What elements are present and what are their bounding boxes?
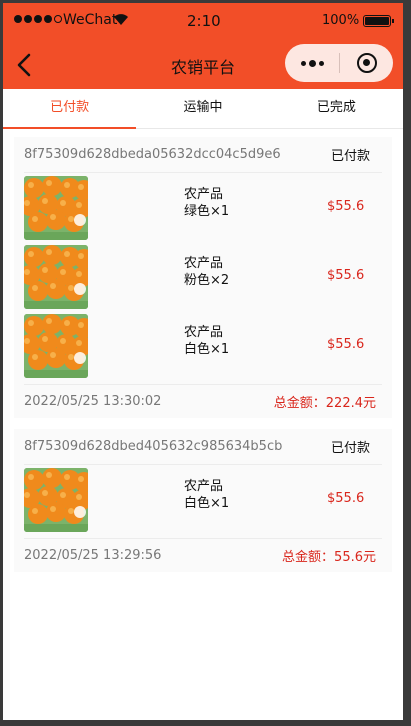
product-image (24, 244, 88, 309)
mini-program-capsule (285, 44, 393, 82)
battery-percent: 100% (322, 13, 360, 28)
status-time: 2:10 (187, 12, 221, 30)
order-footer: 2022/05/25 13:30:02 总金额：222.4元 (24, 384, 382, 418)
status-bar: WeChat 2:10 100% (3, 3, 403, 39)
order-list: 8f75309d628dbeda05632dcc04c5d9e6 已付款 农产品… (14, 137, 392, 583)
item-name: 农产品 (184, 256, 224, 271)
item-spec: 白色×1 (184, 496, 230, 511)
order-footer: 2022/05/25 13:29:56 总金额：55.6元 (24, 538, 382, 572)
item-price: $55.6 (327, 337, 365, 352)
item-info: 农产品 粉色×2 (184, 255, 229, 289)
order-card[interactable]: 8f75309d628dbeda05632dcc04c5d9e6 已付款 农产品… (14, 137, 392, 418)
tab-paid[interactable]: 已付款 (3, 89, 137, 129)
wifi-icon (114, 14, 128, 25)
order-status: 已付款 (330, 441, 370, 456)
app-header: WeChat 2:10 100% 农销平台 (3, 3, 403, 89)
battery-icon (363, 15, 394, 27)
order-header: 8f75309d628dbed405632c985634b5cb 已付款 (24, 429, 382, 465)
target-icon (356, 53, 377, 73)
item-info: 农产品 白色×1 (184, 324, 229, 358)
item-info: 农产品 绿色×1 (184, 186, 229, 220)
item-name: 农产品 (184, 479, 224, 494)
order-time: 2022/05/25 13:30:02 (24, 394, 162, 409)
tab-completed[interactable]: 已完成 (270, 89, 403, 128)
order-id: 8f75309d628dbeda05632dcc04c5d9e6 (24, 147, 281, 162)
item-spec: 白色×1 (184, 342, 230, 357)
item-name: 农产品 (184, 187, 224, 202)
order-time: 2022/05/25 13:29:56 (24, 548, 162, 563)
carrier-label: WeChat (63, 12, 118, 28)
order-header: 8f75309d628dbeda05632dcc04c5d9e6 已付款 (24, 137, 382, 173)
item-spec: 粉色×2 (184, 273, 230, 288)
tab-shipping[interactable]: 运输中 (136, 89, 269, 128)
item-info: 农产品 白色×1 (184, 478, 229, 512)
item-price: $55.6 (327, 199, 365, 214)
order-item[interactable]: 农产品 绿色×1 $55.6 (24, 173, 382, 242)
item-spec: 绿色×1 (184, 204, 230, 219)
item-price: $55.6 (327, 491, 365, 506)
order-item[interactable]: 农产品 粉色×2 $55.6 (24, 242, 382, 311)
product-image (24, 175, 88, 240)
phone-screen: WeChat 2:10 100% 农销平台 已付款 运输中 已完成 8f7530… (3, 3, 403, 720)
order-total: 总金额：222.4元 (273, 396, 376, 411)
order-status: 已付款 (330, 149, 370, 164)
signal-icon (14, 15, 62, 23)
order-card[interactable]: 8f75309d628dbed405632c985634b5cb 已付款 农产品… (14, 429, 392, 572)
order-item[interactable]: 农产品 白色×1 $55.6 (24, 465, 382, 534)
product-image (24, 313, 88, 378)
close-mini-program-button[interactable] (340, 44, 393, 82)
item-price: $55.6 (327, 268, 365, 283)
product-image (24, 467, 88, 532)
item-name: 农产品 (184, 325, 224, 340)
order-total: 总金额：55.6元 (282, 550, 376, 565)
order-id: 8f75309d628dbed405632c985634b5cb (24, 439, 283, 454)
order-item[interactable]: 农产品 白色×1 $55.6 (24, 311, 382, 380)
order-tabs: 已付款 运输中 已完成 (3, 89, 403, 129)
more-options-button[interactable] (285, 44, 339, 82)
